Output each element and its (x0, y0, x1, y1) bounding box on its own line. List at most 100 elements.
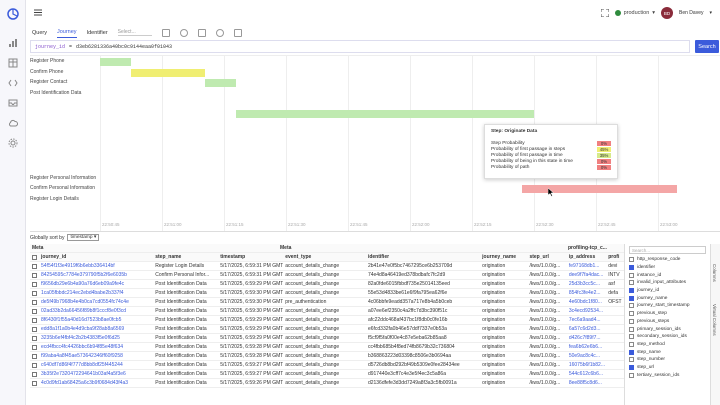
row-checkbox[interactable] (32, 281, 37, 287)
settings-icon[interactable] (8, 138, 18, 148)
row-checkbox[interactable] (32, 263, 37, 269)
inbox-icon[interactable] (8, 98, 18, 108)
timeline-step-bar[interactable] (484, 110, 510, 118)
column-checkbox[interactable] (629, 280, 634, 286)
table-row[interactable]: 8f6430f1f55a40d16d7523b8ae0fcb5 Post Iden… (30, 316, 624, 325)
table-row[interactable]: 3235b6ef4fbf4c2b2b4383f5e0f6d25 Post Iden… (30, 334, 624, 343)
column-toggle-item[interactable]: invalid_input_attributes (625, 279, 710, 287)
share-icon[interactable] (233, 28, 242, 37)
timeline-step-bar[interactable] (335, 110, 361, 118)
table-row[interactable]: 4c0d9fd1ab68425a6c3b9f0684d43f4a3 Post Id… (30, 379, 624, 388)
column-checkbox[interactable] (629, 341, 634, 347)
table-cell[interactable]: c640df7d86f4f777d8bb8df25f445244 (39, 362, 153, 368)
table-row[interactable]: de5f49b7968b4e4b0ca7cd0554fc74c4e Post Id… (30, 298, 624, 307)
timeline-step-bar[interactable] (261, 110, 286, 118)
table-cell[interactable]: ecd4fbcc4fc4426bbc6b94f85e48f634 (39, 344, 153, 350)
table-cell[interactable]: de5f49b7968b4e4b0ca7cd0554fc74c4e (39, 299, 153, 305)
tab-query[interactable]: Query (32, 28, 47, 38)
column-header[interactable]: step_name (153, 254, 218, 260)
column-header[interactable]: profi (606, 254, 624, 260)
search-button[interactable]: Search (695, 40, 719, 53)
table-row[interactable]: 3b35f2e7320472294641b03af4a5f3e6 Post Ide… (30, 370, 624, 379)
column-header[interactable]: timestamp (218, 254, 283, 260)
table-row[interactable]: f99aba4a8f45ae573642346ff60f9258 Post Ide… (30, 352, 624, 361)
table-cell[interactable]: f99aba4a8f45ae573642346ff60f9258 (39, 353, 153, 359)
column-toggle-item[interactable]: journey_name (625, 294, 710, 302)
row-checkbox[interactable] (32, 344, 37, 350)
row-checkbox[interactable] (32, 380, 37, 386)
table-cell[interactable]: 54f54f1f3e4919f6b6ebb336414bf (39, 263, 153, 269)
table-row[interactable]: edd8a1f1a0b4e4d9cba9f28ab8a6569 Post Iden… (30, 325, 624, 334)
row-checkbox[interactable] (32, 326, 37, 332)
timeline-step-bar[interactable] (521, 185, 677, 194)
fullscreen-icon[interactable] (600, 9, 609, 17)
row-checkbox[interactable] (32, 353, 37, 359)
column-header[interactable]: journey_name (480, 254, 527, 260)
column-toggle-item[interactable]: journey_start_timestamp (625, 302, 710, 310)
column-toggle-item[interactable]: instance_id (625, 271, 710, 279)
query-editor[interactable]: journey_id = d3eb6281336a40bc0c9144eaa0f… (30, 40, 690, 53)
timeline-step-bar[interactable] (286, 110, 311, 118)
table-cell[interactable]: 3235b6ef4fbf4c2b2b4383f5e0f6d25 (39, 335, 153, 341)
column-toggle-item[interactable]: step_method (625, 341, 710, 349)
table-row[interactable]: c640df7d86f4f777d8bb8df25f445244 Post Ide… (30, 361, 624, 370)
table-row[interactable]: 54f54f1f3e4919f6b6ebb336414bf Register Lo… (30, 262, 624, 271)
timeline-step-bar[interactable] (100, 58, 131, 66)
table-cell[interactable]: 4e60bdc1f80... (567, 299, 606, 305)
column-checkbox[interactable] (629, 311, 634, 317)
logo-icon[interactable] (7, 8, 19, 20)
table-cell[interactable]: 7ec6a9aad4... (567, 317, 606, 323)
column-toggle-item[interactable]: journey_id (625, 287, 710, 295)
column-checkbox[interactable] (629, 349, 634, 355)
row-checkbox[interactable] (32, 290, 37, 296)
select-all-checkbox[interactable] (32, 254, 37, 260)
menu-icon[interactable] (34, 9, 42, 16)
table-row[interactable]: 02ad33b2da66456f89b8f1cccf8e0f3cd Post Id… (30, 307, 624, 316)
column-toggle-item[interactable]: step_url (625, 364, 710, 372)
column-checkbox[interactable] (629, 318, 634, 324)
column-checkbox[interactable] (629, 288, 634, 294)
chart-icon[interactable] (8, 38, 18, 48)
column-checkbox[interactable] (629, 257, 634, 263)
column-toggle-item[interactable]: previous_steps (625, 318, 710, 326)
table-cell[interactable]: 02ad33b2da66456f89b8f1cccf8e0f3cd (39, 308, 153, 314)
theme-icon[interactable] (215, 28, 224, 37)
column-checkbox[interactable] (629, 357, 634, 363)
user-name[interactable]: Ben Davey (679, 10, 703, 16)
table-cell[interactable]: 84254595c7784e379790f5b2f6e6035b (39, 272, 153, 278)
table-cell[interactable]: d426c7f89f7... (567, 335, 606, 341)
tab-columns[interactable]: Columns (712, 264, 717, 282)
row-checkbox[interactable] (32, 308, 37, 314)
column-toggle-item[interactable]: http_response_code (625, 256, 710, 264)
column-header[interactable]: identifier (366, 254, 480, 260)
sort-select[interactable]: timestamp ▾ (67, 234, 100, 241)
table-cell[interactable]: f9656db29e6b4a90a76d6eb09a9fe4c (39, 281, 153, 287)
environment-selector[interactable]: production ▾ (614, 10, 655, 16)
table-cell[interactable]: 1ca05fbbdc214ec2ebd4babe2b337f4 (39, 290, 153, 296)
column-checkbox[interactable] (629, 272, 634, 278)
tab-virtual-columns[interactable]: Virtual Columns (712, 304, 717, 336)
column-toggle-item[interactable]: previous_step (625, 310, 710, 318)
column-header[interactable]: journey_id (39, 254, 153, 260)
table-cell[interactable]: 8f6430f1f55a40d16d7523b8ae0fcb5 (39, 317, 153, 323)
column-header[interactable]: step_url (527, 254, 566, 260)
row-checkbox[interactable] (32, 272, 37, 278)
row-checkbox[interactable] (32, 299, 37, 305)
column-checkbox[interactable] (629, 303, 634, 309)
column-toggle-item[interactable]: step_number (625, 356, 710, 364)
column-checkbox[interactable] (629, 364, 634, 370)
timeline-step-bar[interactable] (310, 110, 336, 118)
timeline-step-bar[interactable] (410, 110, 435, 118)
table-cell[interactable]: 16075b6f1b82... (567, 362, 606, 368)
column-checkbox[interactable] (629, 295, 634, 301)
column-toggle-item[interactable]: step_name (625, 348, 710, 356)
table-cell[interactable]: dee9f7fa4dac... (567, 272, 606, 278)
table-cell[interactable]: fe97168db1... (567, 263, 606, 269)
table-row[interactable]: 1ca05fbbdc214ec2ebd4babe2b337f4 Post Iden… (30, 289, 624, 298)
saved-query-select[interactable]: Select... (117, 29, 152, 36)
table-row[interactable]: ecd4fbcc4fc4426bbc6b94f85e48f634 Post Ide… (30, 343, 624, 352)
tab-identifier[interactable]: Identifier (87, 28, 108, 38)
column-checkbox[interactable] (629, 326, 634, 332)
column-toggle-item[interactable]: primary_session_ids (625, 325, 710, 333)
timeline-step-bar[interactable] (131, 68, 206, 77)
